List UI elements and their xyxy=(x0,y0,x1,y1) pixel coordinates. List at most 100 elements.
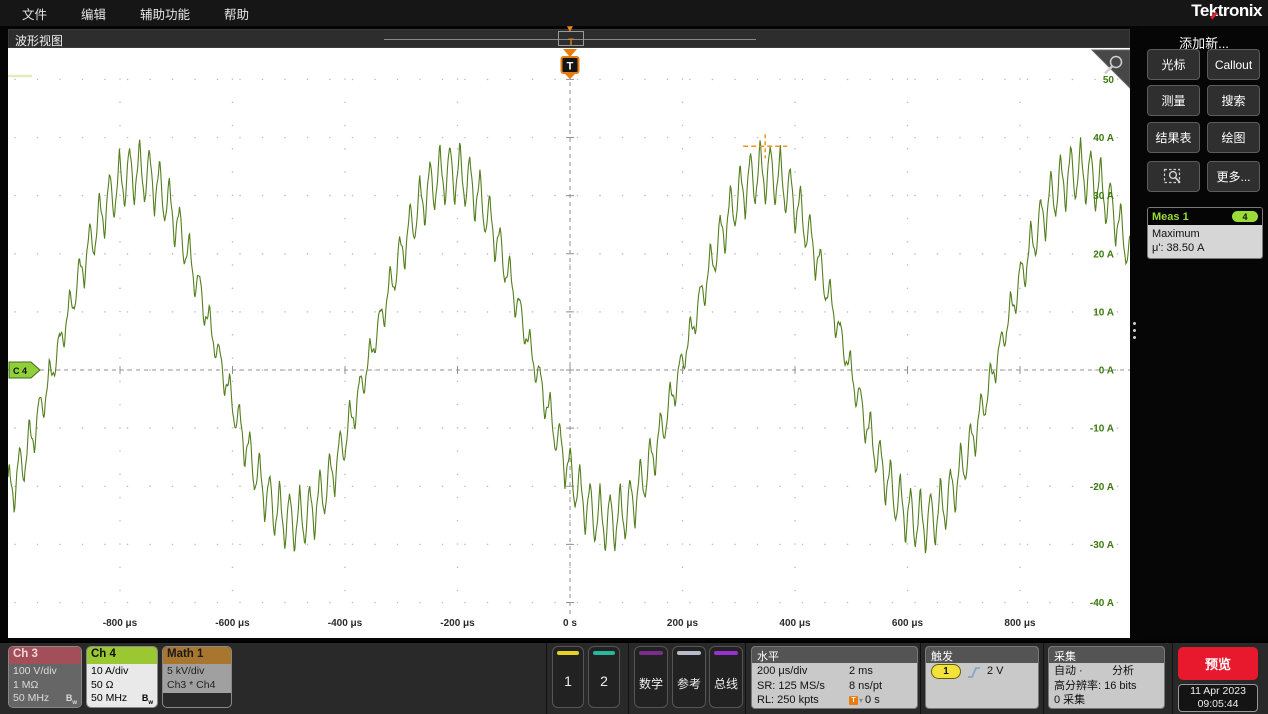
sidebar: 添加新... 光标 Callout 测量 搜索 结果表 绘图 更多... Mea… xyxy=(1140,26,1268,638)
meas1-value: μ': 38.50 A xyxy=(1152,241,1258,255)
svg-text:T: T xyxy=(567,61,574,73)
math1-badge[interactable]: Math 1 5 kV/div Ch3 * Ch4 xyxy=(162,646,232,708)
math1-source: Ch3 * Ch4 xyxy=(167,679,227,693)
x-axis-label: 0 s xyxy=(563,618,577,629)
x-axis-label: -400 μs xyxy=(328,618,363,629)
menu-help[interactable]: 帮助 xyxy=(224,4,249,23)
minimap-trigger-letter: T xyxy=(568,37,574,47)
ch3-bandwidth: 50 MHzBw xyxy=(13,692,77,706)
ch2-button-label: 2 xyxy=(589,673,619,689)
trigger-panel-title: 触发 xyxy=(926,647,1038,663)
panel-gutter xyxy=(1130,26,1140,638)
bus-button-label: 总线 xyxy=(710,675,742,692)
y-axis-label: 30 A xyxy=(1093,191,1114,202)
menu-edit[interactable]: 编辑 xyxy=(81,4,106,23)
y-axis-label: -40 A xyxy=(1090,598,1114,609)
meas1-type: Maximum xyxy=(1152,227,1258,241)
acquisition-panel-body: 自动 ·分析 高分辨率: 16 bits 0 采集 xyxy=(1049,663,1164,709)
waveform-plot-area[interactable]: -800 μs-600 μs-400 μs-200 μs0 s200 μs400… xyxy=(8,48,1130,638)
ch4-badge[interactable]: Ch 4 10 A/div 50 Ω 50 MHzBw xyxy=(86,646,158,708)
acquisition-panel[interactable]: 采集 自动 ·分析 高分辨率: 16 bits 0 采集 xyxy=(1048,646,1165,709)
y-axis-label: -10 A xyxy=(1090,424,1114,435)
ch4-badge-header: Ch 4 xyxy=(87,647,157,664)
record-length: RL: 250 kpts xyxy=(757,693,849,709)
bw-limit-icon: Bw xyxy=(66,692,77,708)
horizontal-panel-title: 水平 xyxy=(752,647,917,663)
panel-drag-handle[interactable] xyxy=(1133,322,1136,339)
callout-button[interactable]: Callout xyxy=(1207,49,1260,80)
time-label: 09:05:44 xyxy=(1179,698,1257,711)
y-axis-label: 20 A xyxy=(1093,249,1114,260)
ch3-badge[interactable]: Ch 3 100 V/div 1 MΩ 50 MHzBw xyxy=(8,646,82,708)
x-axis-label: -800 μs xyxy=(103,618,138,629)
horizontal-position: T▾0 s xyxy=(849,693,912,709)
preview-button[interactable]: 预览 xyxy=(1178,647,1258,680)
ch3-badge-body: 100 V/div 1 MΩ 50 MHzBw xyxy=(9,664,81,707)
more-button[interactable]: 更多... xyxy=(1207,161,1260,192)
bw-limit-icon: Bw xyxy=(142,692,153,708)
acquisition-analyze: 分析 xyxy=(1112,664,1159,679)
ref-button-label: 参考 xyxy=(673,675,705,692)
ref-button[interactable]: 参考 xyxy=(672,646,706,708)
horizontal-panel[interactable]: 水平 200 μs/div2 ms SR: 125 MS/s8 ns/pt RL… xyxy=(751,646,918,709)
horizontal-panel-body: 200 μs/div2 ms SR: 125 MS/s8 ns/pt RL: 2… xyxy=(752,663,917,709)
svg-text:C 4: C 4 xyxy=(13,366,27,376)
trigger-panel[interactable]: 触发 1 2 V xyxy=(925,646,1039,709)
x-axis-label: 200 μs xyxy=(667,618,699,629)
measure-button[interactable]: 测量 xyxy=(1147,85,1200,116)
waveform-titlebar: 波形视图 ▼ T xyxy=(8,29,1130,48)
acquisition-count: 0 采集 xyxy=(1054,693,1159,708)
trigger-tri-icon: ▾ xyxy=(859,696,863,705)
cursor-button[interactable]: 光标 xyxy=(1147,49,1200,80)
y-axis-label: -30 A xyxy=(1090,540,1114,551)
math-button[interactable]: 数学 xyxy=(634,646,668,708)
ch2-button[interactable]: 2 xyxy=(588,646,620,708)
meas1-count-pill: 4 xyxy=(1232,211,1258,222)
trigger-source-pill: 1 xyxy=(931,664,961,679)
trigger-position-marker[interactable]: T xyxy=(562,49,579,79)
plot-button[interactable]: 绘图 xyxy=(1207,122,1260,153)
math-color-stripe xyxy=(639,651,663,655)
meas1-body: Maximum μ': 38.50 A xyxy=(1148,225,1262,258)
waveform-canvas[interactable]: -800 μs-600 μs-400 μs-200 μs0 s200 μs400… xyxy=(8,48,1130,638)
ch3-impedance: 1 MΩ xyxy=(13,679,77,693)
y-axis-label: 10 A xyxy=(1093,307,1114,318)
ch4-scale: 10 A/div xyxy=(91,665,153,679)
meas1-name: Meas 1 xyxy=(1152,211,1189,223)
meas1-badge[interactable]: Meas 1 4 Maximum μ': 38.50 A xyxy=(1147,207,1263,259)
minimap-trigger-thumb[interactable]: T xyxy=(558,31,584,46)
ref-color-stripe xyxy=(677,651,701,655)
math1-scale: 5 kV/div xyxy=(167,665,227,679)
ch1-button[interactable]: 1 xyxy=(552,646,584,708)
ch2-color-stripe xyxy=(593,651,615,655)
math-button-label: 数学 xyxy=(635,675,667,692)
y-axis-label: 50 xyxy=(1103,75,1115,86)
waveform-title: 波形视图 xyxy=(15,32,63,49)
results-table-button[interactable]: 结果表 xyxy=(1147,122,1200,153)
bottom-bar: Ch 3 100 V/div 1 MΩ 50 MHzBw Ch 4 10 A/d… xyxy=(0,641,1268,714)
sample-resolution: 8 ns/pt xyxy=(849,679,912,694)
math1-badge-header: Math 1 xyxy=(163,647,231,664)
ch4-impedance: 50 Ω xyxy=(91,679,153,693)
ch4-position-marker[interactable]: C 4 xyxy=(9,362,40,378)
menu-file[interactable]: 文件 xyxy=(22,4,47,23)
zoom-select-button[interactable] xyxy=(1147,161,1200,192)
sample-rate: SR: 125 MS/s xyxy=(757,679,849,694)
x-axis-label: -200 μs xyxy=(440,618,475,629)
acquisition-mode: 自动 · xyxy=(1054,664,1112,679)
search-button[interactable]: 搜索 xyxy=(1207,85,1260,116)
horizontal-scale: 200 μs/div xyxy=(757,664,849,679)
rising-edge-icon xyxy=(967,665,981,679)
bus-button[interactable]: 总线 xyxy=(709,646,743,708)
acquisition-resolution: 高分辨率: 16 bits xyxy=(1054,679,1159,694)
tektronix-logo: Tektronix xyxy=(1191,1,1262,21)
graticule xyxy=(8,58,1130,614)
acquisition-panel-title: 采集 xyxy=(1049,647,1164,663)
oscilloscope-app: 文件 编辑 辅助功能 帮助 Tektronix 波形视图 ▼ T -800 μs… xyxy=(0,0,1268,714)
trigger-level: 2 V xyxy=(987,664,1004,679)
menu-utility[interactable]: 辅助功能 xyxy=(140,4,190,23)
ch3-badge-header: Ch 3 xyxy=(9,647,81,664)
bus-color-stripe xyxy=(714,651,738,655)
ch3-scale: 100 V/div xyxy=(13,665,77,679)
menu-bar: 文件 编辑 辅助功能 帮助 Tektronix xyxy=(0,0,1268,26)
